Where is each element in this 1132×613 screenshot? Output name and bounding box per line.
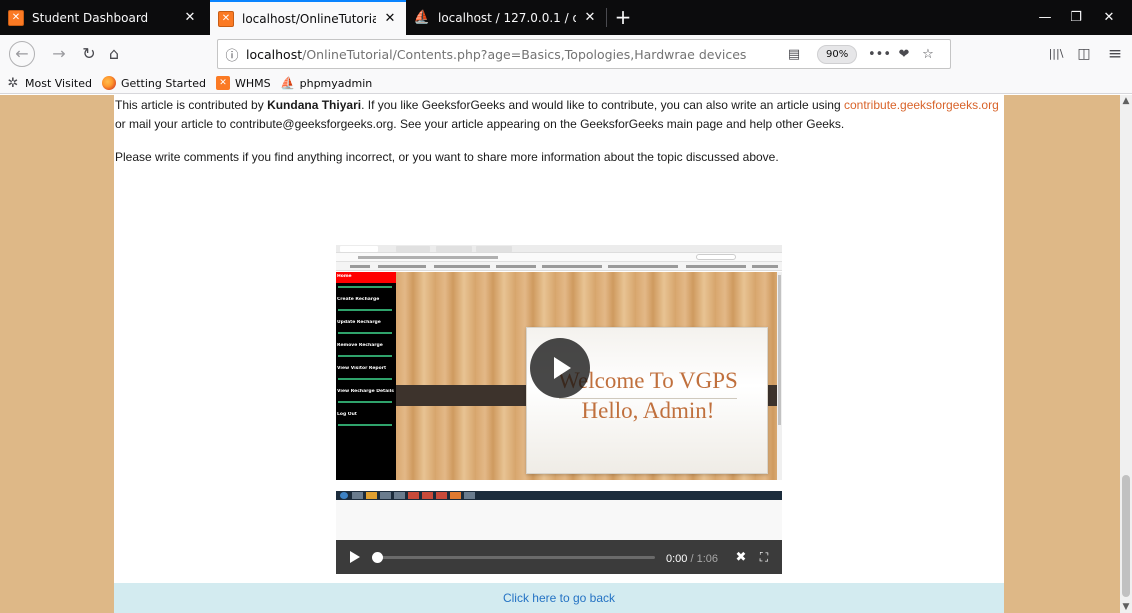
bookmark-getting-started[interactable]: Getting Started [101, 76, 206, 90]
poster-sidebar: Home Create Recharge Update Recharge Rem… [336, 272, 396, 480]
tab-student-dashboard[interactable]: ✕ Student Dashboard ✕ [0, 0, 206, 35]
duration: 1:06 [696, 553, 719, 565]
poster-address-bar [336, 253, 782, 262]
forward-button[interactable]: → [46, 41, 72, 67]
seek-handle[interactable] [372, 552, 383, 563]
reader-view-icon[interactable]: ▤ [784, 46, 804, 64]
new-tab-button[interactable]: + [611, 5, 635, 29]
author-name: Kundana Thiyari [267, 98, 362, 112]
scrollbar-thumb[interactable] [1122, 475, 1130, 597]
xampp-icon: ✕ [216, 76, 230, 90]
menu-icon[interactable]: ≡ [1104, 43, 1126, 65]
bookmark-label: Most Visited [25, 76, 92, 90]
phpmyadmin-icon: ⛵ [280, 76, 296, 90]
tab-title: Student Dashboard [32, 10, 149, 25]
article-content: This article is contributed by Kundana T… [114, 95, 1004, 613]
tab-title: localhost/OnlineTutorial/Conte [242, 11, 376, 26]
play-button[interactable] [350, 551, 360, 563]
info-icon[interactable]: ⓘ [218, 45, 246, 64]
contributor-paragraph: This article is contributed by Kundana T… [115, 96, 1003, 134]
reload-button[interactable]: ↻ [76, 41, 102, 67]
current-time: 0:00 [666, 553, 688, 565]
url-host: localhost [246, 46, 303, 62]
time-display: 0:00 / 1:06 [666, 550, 718, 569]
comments-paragraph: Please write comments if you find anythi… [115, 150, 779, 164]
pocket-icon[interactable]: ❤ [894, 46, 914, 64]
poster-taskbar [336, 491, 782, 500]
poster-sidebar-item: Update Recharge [337, 320, 381, 325]
phpmyadmin-icon: ⛵ [413, 10, 431, 25]
bookmark-label: Getting Started [120, 76, 206, 90]
scroll-up-arrow[interactable]: ▲ [1120, 95, 1132, 107]
bookmarks-toolbar: ✲ Most Visited Getting Started ✕ WHMS ⛵ … [0, 73, 1132, 94]
text-span: This article is contributed by [115, 98, 268, 112]
xampp-icon: ✕ [218, 10, 234, 27]
poster-bookmarks-bar [336, 262, 782, 271]
mute-icon[interactable]: ✖ [733, 549, 749, 565]
poster-browser-tabs [336, 245, 782, 253]
back-button[interactable]: ← [9, 41, 35, 67]
poster-status-bar [336, 480, 782, 491]
sidebar-icon[interactable]: ◫ [1073, 43, 1095, 65]
url-path: /OnlineTutorial/Contents.php?age=Basics,… [302, 46, 747, 62]
text-span: or mail your article to contribute@geeks… [115, 117, 845, 131]
video-controls: 0:00 / 1:06 ✖ ⛶ [336, 540, 782, 574]
poster-sidebar-item: View Visitor Report [337, 366, 387, 371]
bookmark-whms[interactable]: ✕ WHMS [216, 76, 271, 90]
time-separator: / [687, 553, 697, 565]
video-player[interactable]: Home Create Recharge Update Recharge Rem… [336, 245, 782, 574]
navigation-toolbar: ← → ↻ ⌂ ⓘ localhost/OnlineTutorial/Conte… [0, 35, 1132, 73]
page-actions-icon[interactable]: ••• [868, 46, 891, 64]
go-back-link[interactable]: Click here to go back [503, 591, 615, 605]
bookmark-star-icon[interactable]: ☆ [918, 46, 938, 64]
bookmark-most-visited[interactable]: ✲ Most Visited [6, 75, 92, 91]
scroll-down-arrow[interactable]: ▼ [1120, 601, 1132, 613]
close-icon[interactable]: ✕ [182, 10, 198, 25]
window-close-button[interactable]: ✕ [1086, 0, 1132, 35]
close-icon[interactable]: ✕ [382, 11, 398, 26]
poster-sidebar-item: Remove Recharge [337, 343, 383, 348]
zoom-level-badge[interactable]: 90% [817, 45, 858, 64]
bookmark-label: phpmyadmin [299, 76, 373, 90]
poster-sidebar-item: Home [337, 274, 352, 279]
gear-icon: ✲ [7, 75, 19, 91]
close-icon[interactable]: ✕ [582, 10, 598, 25]
play-overlay-button[interactable] [530, 338, 590, 398]
poster-sidebar-item: Create Recharge [337, 297, 380, 302]
poster-dark-bar [396, 385, 528, 406]
page-viewport: This article is contributed by Kundana T… [0, 95, 1132, 613]
tab-phpmyadmin[interactable]: ⛵ localhost / 127.0.0.1 / onlinetut ✕ [406, 0, 606, 35]
bookmark-phpmyadmin[interactable]: ⛵ phpmyadmin [280, 76, 373, 90]
text-span: . If you like GeeksforGeeks and would li… [361, 98, 844, 112]
library-icon[interactable]: |||\ [1045, 43, 1067, 65]
fullscreen-icon[interactable]: ⛶ [756, 549, 772, 565]
seek-bar[interactable] [375, 556, 655, 559]
poster-scrollbar [777, 272, 782, 480]
page-scrollbar[interactable]: ▲ ▼ [1120, 95, 1132, 613]
bookmark-label: WHMS [235, 76, 271, 90]
slide-admin-text: Hello, Admin! [581, 398, 715, 423]
tab-strip: ✕ Student Dashboard ✕ ✕ localhost/Online… [0, 0, 1132, 35]
contribute-link[interactable]: contribute.geeksforgeeks.org [844, 98, 999, 112]
play-icon [554, 357, 571, 379]
tab-separator [606, 8, 607, 27]
tab-title: localhost / 127.0.0.1 / onlinetut [438, 10, 576, 25]
poster-sidebar-item: Log Out [337, 412, 357, 417]
url-bar[interactable]: ⓘ localhost/OnlineTutorial/Contents.php?… [217, 39, 951, 69]
firefox-icon [101, 76, 116, 90]
video-frame: Home Create Recharge Update Recharge Rem… [336, 245, 782, 500]
poster-sidebar-item: View Recharge Details [337, 389, 394, 394]
go-back-bar: Click here to go back [114, 583, 1004, 613]
xampp-icon: ✕ [8, 9, 24, 26]
home-button[interactable]: ⌂ [101, 41, 127, 67]
tab-online-tutorial[interactable]: ✕ localhost/OnlineTutorial/Conte ✕ [210, 0, 406, 35]
